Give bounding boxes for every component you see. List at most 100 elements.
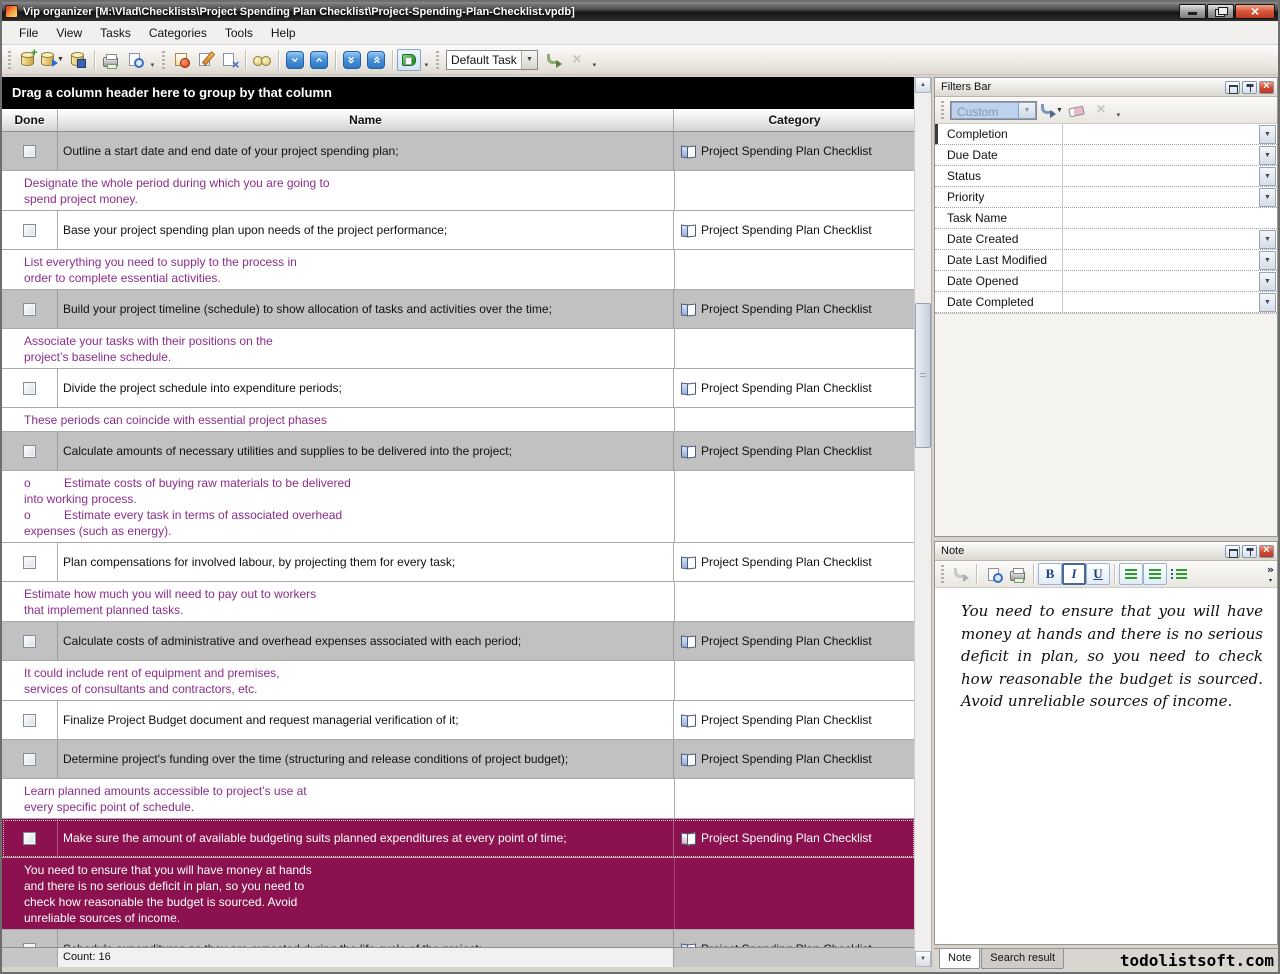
combo-dropdown-icon[interactable]: ▼ — [1019, 102, 1036, 119]
task-row[interactable]: Determine project's funding over the tim… — [2, 740, 915, 779]
task-checkbox[interactable] — [23, 445, 36, 458]
filter-dropdown-icon[interactable]: ▼ — [1259, 125, 1276, 144]
task-row[interactable]: Calculate costs of administrative and ov… — [2, 622, 915, 661]
menu-file[interactable]: File — [10, 22, 47, 44]
scrollbar-thumb[interactable] — [915, 303, 931, 448]
task-checkbox[interactable] — [23, 635, 36, 648]
bold-button[interactable] — [1038, 563, 1062, 585]
align-left-button[interactable] — [1119, 563, 1143, 585]
new-database-button[interactable] — [15, 49, 39, 71]
menu-categories[interactable]: Categories — [140, 22, 216, 44]
find-button[interactable] — [250, 49, 274, 71]
menu-view[interactable]: View — [47, 22, 91, 44]
restore-button[interactable] — [1207, 4, 1234, 19]
toolbar-overflow-icon[interactable]: »▾ — [1267, 563, 1274, 586]
print-preview-button[interactable] — [123, 49, 147, 71]
filter-dropdown-icon[interactable]: ▼ — [1259, 188, 1276, 207]
task-row[interactable]: Base your project spending plan upon nee… — [2, 211, 915, 250]
toolbar-options-icon[interactable]: ▾ — [589, 49, 600, 71]
filter-dropdown-icon[interactable]: ▼ — [1259, 293, 1276, 312]
delete-filter-button[interactable] — [1089, 99, 1113, 121]
task-checkbox[interactable] — [23, 556, 36, 569]
task-checkbox[interactable] — [23, 224, 36, 237]
task-checkbox[interactable] — [23, 714, 36, 727]
filter-value-field[interactable] — [1063, 145, 1259, 165]
filter-value-field[interactable] — [1063, 250, 1259, 270]
task-checkbox[interactable] — [23, 145, 36, 158]
filter-row-date-last-modified[interactable]: Date Last Modified▼ — [935, 250, 1277, 271]
save-database-button[interactable] — [66, 49, 90, 71]
task-checkbox[interactable] — [23, 832, 36, 845]
task-row[interactable]: Plan compensations for involved labour, … — [2, 543, 915, 582]
task-note-row[interactable]: Associate your tasks with their position… — [2, 329, 915, 369]
filter-row-status[interactable]: Status▼ — [935, 166, 1277, 187]
column-header-category[interactable]: Category — [674, 109, 915, 131]
move-to-bottom-button[interactable] — [340, 49, 364, 71]
task-row[interactable]: Make sure the amount of available budget… — [2, 819, 915, 858]
task-note-row[interactable]: It could include rent of equipment and p… — [2, 661, 915, 701]
task-note-row[interactable]: o Estimate costs of buying raw materials… — [2, 471, 915, 543]
italic-button[interactable] — [1062, 563, 1086, 585]
note-editor[interactable]: You need to ensure that you will have mo… — [935, 588, 1277, 944]
task-checkbox[interactable] — [23, 303, 36, 316]
underline-button[interactable] — [1086, 563, 1110, 585]
filter-value-field[interactable] — [1063, 292, 1259, 312]
column-header-done[interactable]: Done — [2, 109, 58, 131]
panel-restore-icon[interactable] — [1225, 81, 1240, 94]
filter-value-field[interactable] — [1063, 208, 1277, 228]
delete-task-button[interactable] — [217, 49, 241, 71]
erase-filter-button[interactable] — [1065, 99, 1089, 121]
filter-row-priority[interactable]: Priority▼ — [935, 187, 1277, 208]
task-note-row[interactable]: These periods can coincide with essentia… — [2, 408, 915, 432]
filter-value-field[interactable] — [1063, 124, 1259, 144]
filter-value-field[interactable] — [1063, 166, 1259, 186]
task-note-row[interactable]: Estimate how much you will need to pay o… — [2, 582, 915, 622]
filter-dropdown-icon[interactable]: ▼ — [1259, 146, 1276, 165]
task-row[interactable]: Calculate amounts of necessary utilities… — [2, 432, 915, 471]
apply-note-button[interactable] — [948, 563, 972, 585]
panel-pin-icon[interactable] — [1242, 545, 1257, 558]
minimize-button[interactable] — [1179, 4, 1206, 19]
preview-note-button[interactable] — [981, 563, 1005, 585]
panel-restore-icon[interactable] — [1225, 545, 1240, 558]
scroll-up-icon[interactable]: ▲ — [915, 77, 931, 93]
remove-task-type-button[interactable] — [565, 49, 589, 71]
filter-row-date-opened[interactable]: Date Opened▼ — [935, 271, 1277, 292]
menu-tasks[interactable]: Tasks — [91, 22, 140, 44]
menu-help[interactable]: Help — [262, 22, 305, 44]
apply-filter-button[interactable]: ▼ — [1039, 99, 1065, 121]
filter-value-field[interactable] — [1063, 187, 1259, 207]
column-header-name[interactable]: Name — [58, 109, 674, 131]
scroll-down-icon[interactable]: ▼ — [915, 951, 931, 967]
edit-task-button[interactable] — [193, 49, 217, 71]
task-row[interactable]: Outline a start date and end date of you… — [2, 132, 915, 171]
task-row[interactable]: Build your project timeline (schedule) t… — [2, 290, 915, 329]
group-by-hint[interactable]: Drag a column header here to group by th… — [2, 77, 931, 109]
bullet-list-button[interactable] — [1167, 563, 1191, 585]
task-checkbox[interactable] — [23, 753, 36, 766]
toolbar-options-icon[interactable]: ▾ — [1113, 99, 1124, 121]
filter-row-date-created[interactable]: Date Created▼ — [935, 229, 1277, 250]
task-note-row[interactable]: Designate the whole period during which … — [2, 171, 915, 211]
move-to-top-button[interactable] — [364, 49, 388, 71]
filter-row-task-name[interactable]: Task Name — [935, 208, 1277, 229]
move-up-button[interactable] — [307, 49, 331, 71]
task-row[interactable]: Schedule expenditures as they are expect… — [2, 930, 915, 947]
tab-note[interactable]: Note — [939, 949, 980, 969]
show-notes-button[interactable] — [397, 49, 421, 71]
task-note-row[interactable]: List everything you need to supply to th… — [2, 250, 915, 290]
filter-preset-combobox[interactable]: Custom▼ — [950, 101, 1037, 120]
new-task-button[interactable] — [169, 49, 193, 71]
panel-close-icon[interactable] — [1259, 545, 1274, 558]
open-database-button[interactable]: ▼ — [39, 49, 66, 71]
filter-dropdown-icon[interactable]: ▼ — [1259, 251, 1276, 270]
task-note-row[interactable]: You need to ensure that you will have mo… — [2, 858, 915, 930]
task-row[interactable]: Finalize Project Budget document and req… — [2, 701, 915, 740]
filter-row-due-date[interactable]: Due Date▼ — [935, 145, 1277, 166]
print-note-button[interactable] — [1005, 563, 1029, 585]
toolbar-options-icon[interactable]: ▾ — [147, 49, 158, 71]
filter-dropdown-icon[interactable]: ▼ — [1259, 230, 1276, 249]
task-checkbox[interactable] — [23, 943, 36, 948]
print-button[interactable] — [99, 49, 123, 71]
filter-dropdown-icon[interactable]: ▼ — [1259, 167, 1276, 186]
